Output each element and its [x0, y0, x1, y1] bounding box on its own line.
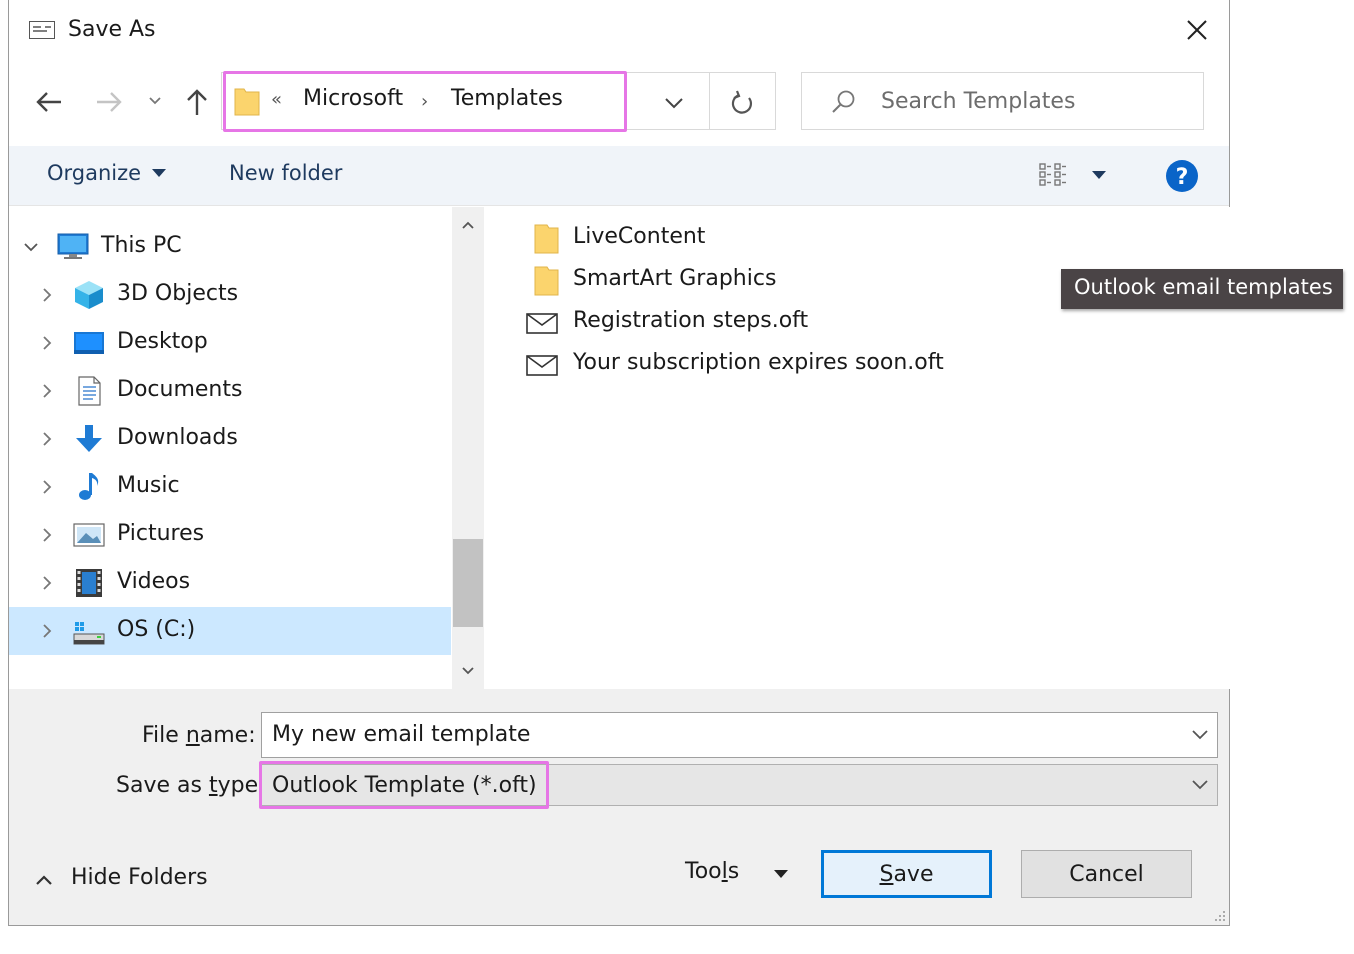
drive-icon — [73, 622, 105, 645]
nav-label-3d-objects: 3D Objects — [117, 281, 239, 306]
save-as-dialog: Save As « Microsoft › Templates Search T… — [8, 0, 1230, 926]
chevron-right-icon[interactable] — [39, 575, 55, 591]
desktop-icon — [74, 332, 104, 354]
caret-down-icon — [774, 870, 788, 878]
address-highlight — [223, 71, 627, 132]
folder-icon — [534, 266, 559, 296]
nav-item-pictures[interactable]: Pictures — [9, 511, 451, 559]
chevron-down-icon[interactable] — [23, 239, 39, 255]
nav-item-3d-objects[interactable]: 3D Objects — [9, 271, 451, 319]
caret-down-icon[interactable] — [151, 168, 167, 178]
nav-item-desktop[interactable]: Desktop — [9, 319, 451, 367]
refresh-icon[interactable] — [725, 86, 759, 120]
view-options-icon[interactable] — [1037, 160, 1073, 190]
file-name: Registration steps.oft — [573, 308, 809, 333]
file-name: Your subscription expires soon.oft — [573, 350, 944, 375]
recent-locations-chevron-icon[interactable] — [147, 86, 163, 118]
3d-objects-icon — [75, 281, 103, 309]
nav-item-downloads[interactable]: Downloads — [9, 415, 451, 463]
chevron-right-icon[interactable] — [39, 335, 55, 351]
file-name: SmartArt Graphics — [573, 266, 777, 291]
save-type-highlight — [259, 761, 549, 809]
scroll-up-icon[interactable] — [460, 217, 476, 233]
nav-scrollbar[interactable] — [452, 207, 484, 689]
command-bar: Organize New folder ? — [9, 146, 1229, 206]
nav-item-music[interactable]: Music — [9, 463, 451, 511]
chevron-up-icon — [36, 875, 52, 885]
address-divider — [709, 73, 710, 129]
nav-label-this-pc: This PC — [101, 233, 182, 258]
nav-item-os-c[interactable]: OS (C:) — [9, 607, 451, 655]
back-arrow-icon[interactable] — [33, 86, 65, 118]
forward-arrow-icon[interactable] — [93, 86, 125, 118]
save-type-label: Save as type: — [116, 773, 266, 798]
chevron-right-icon[interactable] — [39, 623, 55, 639]
resize-grip-icon[interactable] — [1211, 907, 1227, 923]
email-template-icon — [526, 355, 558, 376]
view-caret-down-icon[interactable] — [1091, 170, 1107, 180]
navigation-pane: This PC 3D Objects Desktop Documents Dow… — [9, 207, 452, 689]
nav-item-this-pc[interactable]: This PC — [9, 223, 451, 271]
save-form: File name: Save as type: Outlook Templat… — [9, 689, 1229, 925]
email-template-icon — [526, 313, 558, 334]
title-bar: Save As — [9, 0, 1229, 62]
save-window-icon — [29, 21, 55, 39]
tooltip: Outlook email templates — [1061, 269, 1343, 309]
chevron-right-icon[interactable] — [39, 287, 55, 303]
nav-label-videos: Videos — [117, 569, 191, 594]
videos-icon — [76, 569, 102, 597]
nav-label-desktop: Desktop — [117, 329, 208, 354]
music-icon — [79, 473, 99, 500]
help-icon[interactable]: ? — [1165, 159, 1199, 193]
pictures-icon — [73, 523, 105, 547]
chevron-right-icon[interactable] — [39, 431, 55, 447]
new-folder-button[interactable]: New folder — [229, 161, 342, 185]
hide-folders-label: Hide Folders — [71, 865, 208, 890]
nav-label-os-c: OS (C:) — [117, 617, 196, 642]
computer-icon — [57, 233, 89, 259]
chevron-right-icon[interactable] — [39, 527, 55, 543]
nav-item-videos[interactable]: Videos — [9, 559, 451, 607]
search-input[interactable] — [881, 86, 1191, 116]
nav-label-documents: Documents — [117, 377, 243, 402]
nav-item-documents[interactable]: Documents — [9, 367, 451, 415]
nav-label-music: Music — [117, 473, 180, 498]
chevron-down-icon[interactable] — [659, 88, 689, 118]
close-icon[interactable] — [1179, 12, 1215, 48]
scroll-thumb[interactable] — [453, 539, 483, 627]
file-name-field[interactable] — [261, 712, 1218, 758]
folder-icon — [534, 224, 559, 254]
cancel-button[interactable]: Cancel — [1021, 850, 1192, 898]
help-glyph: ? — [1176, 165, 1189, 190]
chevron-right-icon[interactable] — [39, 479, 55, 495]
file-name-label: File name: — [142, 723, 256, 748]
file-name-input[interactable] — [272, 719, 1172, 749]
search-icon — [832, 90, 855, 113]
chevron-right-icon[interactable] — [39, 383, 55, 399]
chevron-down-icon[interactable] — [1191, 777, 1209, 791]
nav-label-downloads: Downloads — [117, 425, 238, 450]
window-title: Save As — [68, 17, 156, 42]
organize-button[interactable]: Organize — [47, 161, 141, 185]
downloads-icon — [76, 425, 102, 452]
documents-icon — [78, 376, 101, 406]
scroll-down-icon[interactable] — [460, 663, 476, 679]
chevron-down-icon[interactable] — [1191, 727, 1209, 741]
save-button[interactable]: Save — [821, 850, 992, 898]
up-arrow-icon[interactable] — [181, 86, 213, 118]
file-name: LiveContent — [573, 224, 706, 249]
nav-label-pictures: Pictures — [117, 521, 205, 546]
tools-label: Tools — [685, 859, 740, 884]
